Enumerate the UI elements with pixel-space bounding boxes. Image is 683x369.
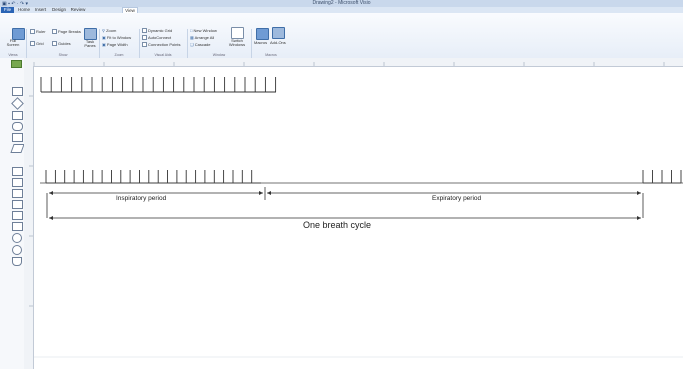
off-page-reference-icon[interactable] — [12, 257, 22, 266]
macros-button[interactable]: Macros — [254, 40, 267, 45]
macros-icon[interactable] — [256, 28, 269, 40]
shapes-panel — [0, 58, 25, 369]
process-shape-icon[interactable] — [12, 111, 23, 120]
checkbox-icon — [142, 42, 147, 48]
new-window-icon: □ — [190, 28, 193, 33]
autoconnect-label: AutoConnect — [148, 35, 172, 40]
dynamic-grid-checkbox[interactable]: Dynamic Grid — [142, 28, 173, 34]
checkbox-icon — [52, 41, 57, 47]
guides-checkbox[interactable]: Guides — [52, 41, 71, 47]
breath-cycle-label: One breath cycle — [303, 220, 372, 230]
connection-points-label: Connection Points — [148, 42, 181, 47]
terminator-shape-icon[interactable] — [12, 122, 23, 131]
page-width-icon: ▣ — [102, 42, 106, 47]
card-shape-icon[interactable] — [12, 222, 23, 231]
ruler-checkbox[interactable]: Ruler — [30, 29, 46, 35]
dynamic-grid-label: Dynamic Grid — [148, 28, 173, 33]
guides-label: Guides — [58, 41, 71, 46]
new-window-button[interactable]: □ New Window — [190, 28, 217, 33]
cascade-button[interactable]: ❏ Cascade — [190, 42, 211, 47]
diamond-shape-icon[interactable] — [11, 97, 24, 110]
drawing-canvas[interactable]: Inspiratory period Expiratory period One… — [34, 67, 683, 369]
ribbon: Full Screen Views Ruler Page Breaks Grid… — [0, 13, 683, 69]
grid-checkbox[interactable]: Grid — [30, 41, 44, 47]
arrange-all-label: Arrange All — [194, 35, 215, 40]
checkbox-icon — [30, 29, 35, 35]
page-width-button[interactable]: ▣ Page Width — [102, 42, 128, 47]
fit-window-icon: ▣ — [102, 35, 106, 40]
vertical-ruler[interactable] — [24, 66, 34, 369]
rectangle-shape-icon[interactable] — [12, 87, 23, 96]
checkbox-icon — [142, 28, 147, 34]
window-group-label: Window — [212, 53, 226, 57]
right-tick-row — [642, 170, 682, 184]
page-width-label: Page Width — [106, 42, 128, 47]
connection-points-checkbox[interactable]: Connection Points — [142, 42, 181, 48]
breath-cycle-diagram — [34, 77, 683, 358]
page-breaks-checkbox[interactable]: Page Breaks — [52, 29, 81, 35]
shapes-icon[interactable] — [11, 60, 22, 68]
add-ons-icon[interactable] — [272, 27, 285, 39]
cascade-label: Cascade — [194, 42, 211, 47]
autoconnect-checkbox[interactable]: AutoConnect — [142, 35, 172, 41]
ruler-label: Ruler — [36, 29, 46, 34]
ruler-ticks — [33, 62, 665, 66]
horizontal-ruler[interactable] — [24, 58, 683, 67]
external-data-shape-icon[interactable] — [12, 200, 23, 209]
circle-shape-icon[interactable] — [12, 233, 22, 243]
trapezoid-shape-icon[interactable] — [12, 211, 23, 220]
add-ons-button[interactable]: Add-Ons — [270, 40, 286, 45]
expiratory-period-label: Expiratory period — [432, 195, 482, 202]
new-window-label: New Window — [193, 28, 217, 33]
database-shape-icon[interactable] — [12, 189, 23, 198]
zoom-icon: ⚲ — [102, 28, 105, 33]
zoom-button[interactable]: ⚲ Zoom — [102, 28, 116, 33]
checkbox-icon — [142, 35, 147, 41]
data-shape-icon[interactable] — [10, 144, 25, 153]
macros-group-label: Macros — [265, 53, 277, 57]
zoom-group-label: Zoom — [114, 53, 124, 57]
fit-to-window-button[interactable]: ▣ Fit to Window — [102, 35, 131, 40]
checkbox-icon — [52, 29, 57, 35]
zoom-label: Zoom — [106, 28, 117, 33]
page-breaks-label: Page Breaks — [58, 29, 81, 34]
manual-input-shape-icon[interactable] — [12, 178, 23, 187]
task-panes-button[interactable]: Task Panes — [80, 40, 100, 48]
switch-windows-button[interactable]: Switch Windows — [226, 39, 248, 47]
arrange-all-icon: ▦ — [190, 35, 194, 40]
ruler-ticks — [29, 95, 33, 307]
title-bar: Drawing2 - Microsoft Visio ▣ ▪ ↶ · ↷ ▾ — [0, 0, 683, 7]
cascade-icon: ❏ — [190, 42, 194, 47]
checkbox-icon — [30, 41, 35, 47]
visual-aids-group-label: Visual Aids — [154, 53, 172, 57]
on-page-reference-icon[interactable] — [12, 245, 22, 255]
fit-to-window-label: Fit to Window — [106, 35, 132, 40]
views-group-label: Views — [8, 53, 18, 57]
full-screen-button[interactable]: Full Screen — [3, 39, 23, 47]
top-tick-row — [40, 77, 277, 93]
middle-tick-row — [45, 170, 261, 184]
subprocess-shape-icon[interactable] — [12, 167, 23, 176]
inspiratory-period-label: Inspiratory period — [116, 195, 167, 202]
arrange-all-button[interactable]: ▦ Arrange All — [190, 35, 214, 40]
show-group-label: Show — [58, 53, 68, 57]
document-shape-icon[interactable] — [12, 133, 23, 142]
grid-label: Grid — [36, 41, 44, 46]
